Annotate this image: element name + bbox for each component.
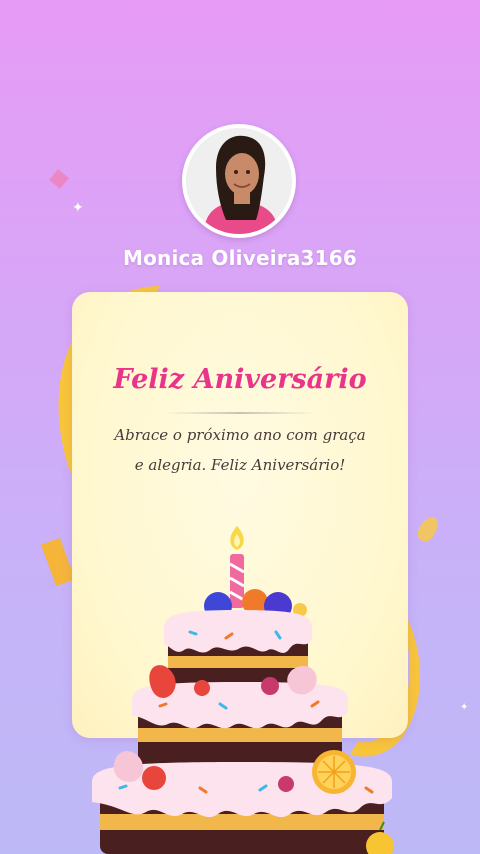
confetti-icon — [49, 169, 69, 189]
person-portrait-icon — [186, 128, 292, 234]
divider — [164, 412, 316, 414]
confetti-icon — [414, 513, 442, 545]
candle-icon — [229, 526, 245, 608]
username: Monica Oliveira3166 — [122, 246, 358, 270]
sparkle-icon: ✦ — [72, 200, 84, 216]
confetti-icon — [41, 537, 75, 587]
avatar[interactable] — [182, 124, 296, 238]
sparkle-icon: ✦ — [460, 702, 469, 713]
avatar-photo — [186, 128, 292, 234]
birthday-cake-icon — [92, 526, 394, 854]
card-title: Feliz Aniversário — [113, 364, 367, 395]
card-message: Abrace o próximo ano com graça e alegria… — [114, 426, 366, 474]
